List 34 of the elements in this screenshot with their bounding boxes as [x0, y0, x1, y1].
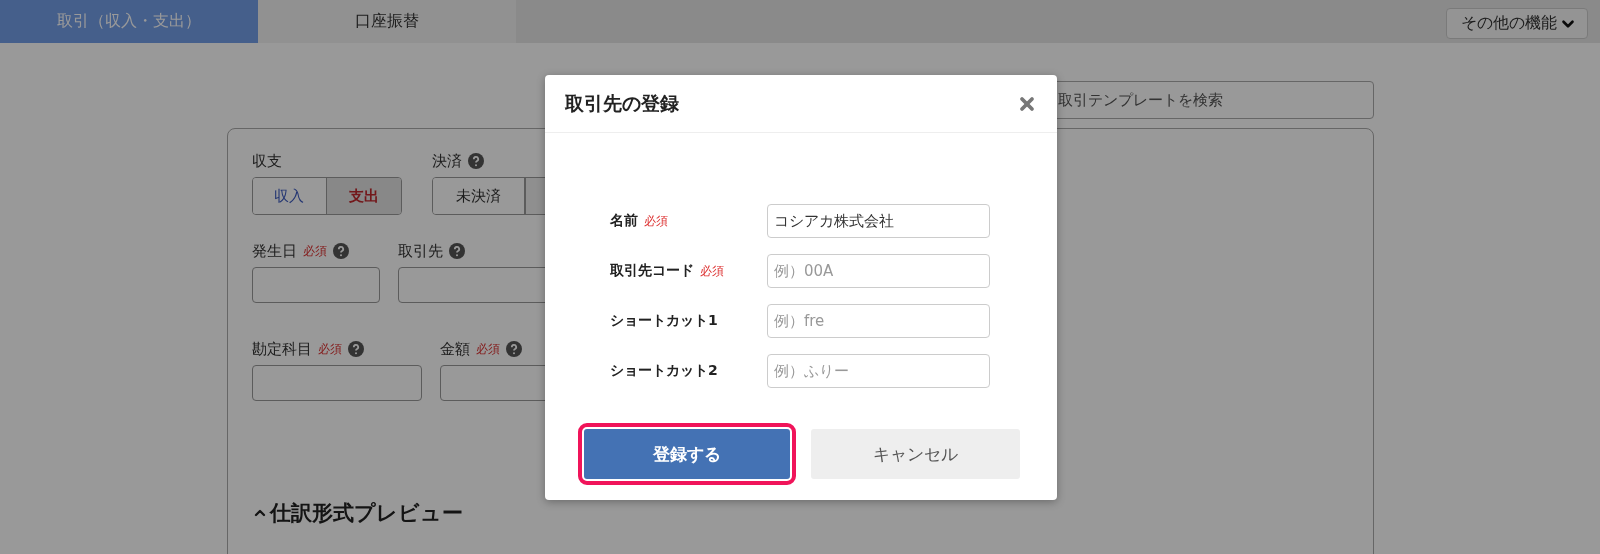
toggle-option[interactable]: 支出: [326, 178, 401, 214]
input-field[interactable]: 例）fre: [767, 304, 990, 338]
field-label: 金額: [439, 339, 470, 359]
input-field[interactable]: [251, 365, 422, 401]
field-label: 取引先: [397, 241, 443, 261]
field-label: ショートカット2: [610, 362, 718, 380]
required-label: 必須: [475, 340, 500, 358]
field-label: 収支: [251, 151, 282, 171]
input-field[interactable]: コシアカ株式会社: [767, 204, 990, 238]
input-field[interactable]: 例）00A: [767, 254, 990, 288]
dialog-title: 取引先の登録: [565, 90, 679, 116]
field-label: 勘定科目: [251, 339, 312, 359]
help-icon[interactable]: [467, 153, 484, 169]
toggle-option[interactable]: 未決済: [432, 178, 525, 214]
cancel-button[interactable]: キャンセル: [811, 429, 1020, 479]
required-label: 必須: [317, 340, 342, 358]
required-label: 必須: [302, 242, 327, 260]
field-label: 決済: [431, 151, 462, 171]
required-label: 必須: [644, 212, 668, 230]
input-field[interactable]: [251, 267, 380, 303]
field-label: 名前: [610, 212, 638, 230]
help-icon[interactable]: [505, 341, 522, 357]
field-label: 発生日: [251, 241, 297, 261]
tab[interactable]: 口座振替: [258, 0, 516, 43]
required-label: 必須: [700, 262, 724, 280]
help-icon[interactable]: [347, 341, 364, 357]
help-icon[interactable]: [448, 243, 465, 259]
field-label: 取引先コード: [610, 262, 694, 280]
toggle-option[interactable]: 収入: [252, 178, 327, 214]
help-icon[interactable]: [332, 243, 349, 259]
section-title: 仕訳形式プレビュー: [269, 500, 463, 527]
more-features-button[interactable]: その他の機能: [1446, 8, 1588, 39]
input-field[interactable]: 例）ふりー: [767, 354, 990, 388]
field-label: ショートカット1: [610, 312, 718, 330]
